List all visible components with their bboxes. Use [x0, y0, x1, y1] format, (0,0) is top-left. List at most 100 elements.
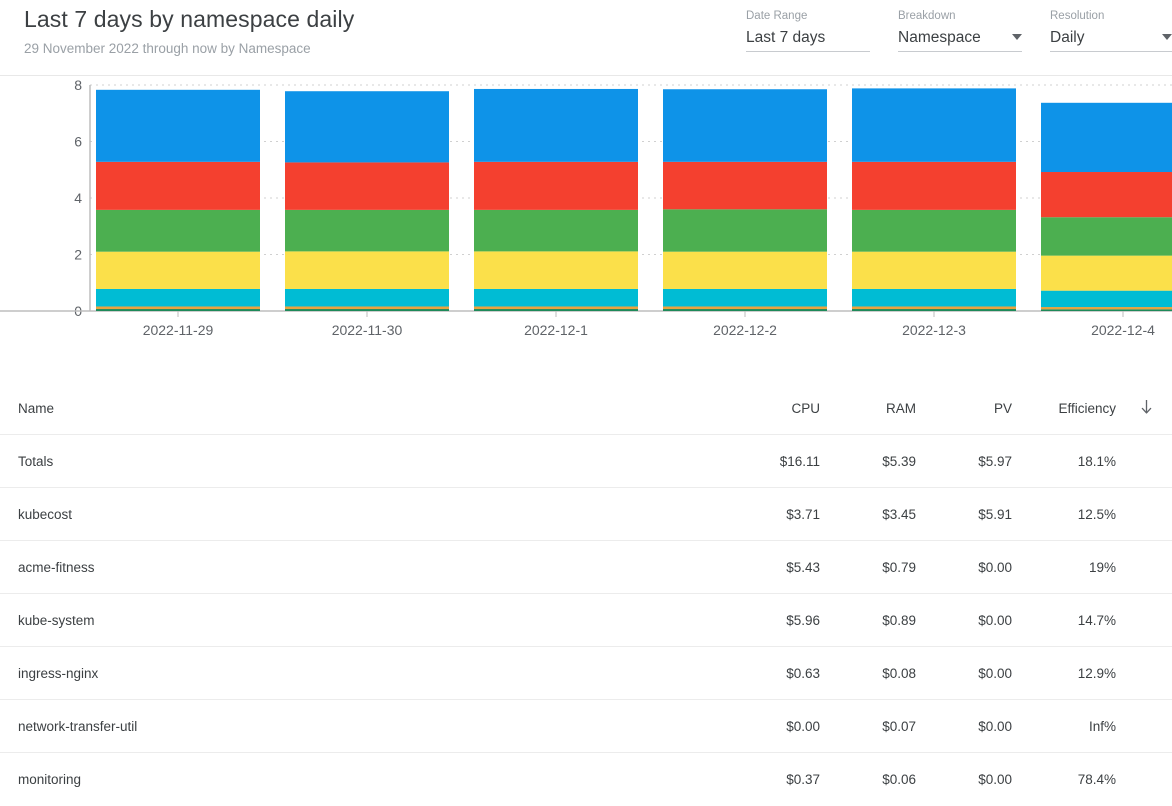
bar-segment[interactable] [285, 309, 449, 311]
bar-segment[interactable] [474, 209, 638, 252]
bar-segment[interactable] [474, 251, 638, 289]
table-row[interactable]: ingress-nginx $0.63 $0.08 $0.00 12.9% [0, 646, 1172, 699]
cost-table: Name CPU RAM PV Efficiency Totals $16.11 $… [0, 382, 1172, 805]
bar-segment[interactable] [1041, 172, 1172, 218]
y-axis-tick-label: 8 [74, 77, 82, 93]
bar-segment[interactable] [1041, 290, 1172, 308]
header-controls: Date Range Last 7 days Breakdown Namespa… [718, 8, 1172, 54]
bar-segment[interactable] [852, 306, 1016, 310]
bar-segment[interactable] [474, 306, 638, 310]
cell-ram: $0.08 [882, 665, 916, 681]
resolution-field[interactable]: Daily [1050, 24, 1172, 52]
cell-name: acme-fitness [18, 559, 95, 575]
table-row[interactable]: kube-system $5.96 $0.89 $0.00 14.7% [0, 593, 1172, 646]
date-range-control[interactable]: Date Range Last 7 days [746, 8, 870, 54]
bar-segment[interactable] [285, 306, 449, 310]
date-range-field[interactable]: Last 7 days [746, 24, 870, 52]
column-header-cpu[interactable]: CPU [724, 401, 820, 416]
cell-pv: $0.00 [978, 665, 1012, 681]
cell-ram: $0.89 [882, 612, 916, 628]
cell-pv: $5.97 [978, 453, 1012, 469]
cell-efficiency: 19% [1088, 559, 1116, 575]
cell-name: kubecost [18, 506, 73, 522]
table-row[interactable]: acme-fitness $5.43 $0.79 $0.00 19% [0, 540, 1172, 593]
bar-segment[interactable] [96, 251, 260, 289]
bar-segment[interactable] [663, 306, 827, 310]
cell-ram: $0.79 [882, 559, 916, 575]
column-header-ram[interactable]: RAM [820, 401, 916, 416]
cell-efficiency: 12.9% [1077, 665, 1116, 681]
bar-segment[interactable] [1041, 309, 1172, 311]
cell-name: ingress-nginx [18, 665, 99, 681]
bar-segment[interactable] [852, 251, 1016, 289]
bar-segment[interactable] [1041, 217, 1172, 256]
bar-segment[interactable] [663, 251, 827, 289]
bar-segment[interactable] [663, 161, 827, 210]
cell-name: Totals [18, 453, 54, 469]
bar-segment[interactable] [285, 91, 449, 163]
bar-segment[interactable] [852, 309, 1016, 311]
bar-segment[interactable] [285, 162, 449, 210]
bar-segment[interactable] [663, 209, 827, 252]
breakdown-field[interactable]: Namespace [898, 24, 1022, 52]
bar-segment[interactable] [285, 251, 449, 289]
bar-segment[interactable] [663, 89, 827, 162]
table-row[interactable]: Totals $16.11 $5.39 $5.97 18.1% [0, 434, 1172, 487]
page-header: Last 7 days by namespace daily 29 Novemb… [0, 0, 1172, 76]
column-header-efficiency[interactable]: Efficiency [1012, 401, 1120, 416]
cell-efficiency: 12.5% [1077, 506, 1116, 522]
x-axis-tick-label: 2022-12-3 [902, 322, 966, 338]
table-row[interactable]: network-transfer-util $0.00 $0.07 $0.00 Inf% [0, 699, 1172, 752]
cell-pv: $0.00 [978, 559, 1012, 575]
bar-segment[interactable] [285, 288, 449, 307]
bar-segment[interactable] [852, 209, 1016, 252]
x-axis-tick-label: 2022-12-4 [1091, 322, 1155, 338]
bar-segment[interactable] [852, 161, 1016, 210]
y-axis-tick-label: 2 [74, 247, 82, 263]
sort-direction-button[interactable] [1120, 399, 1156, 417]
cell-efficiency: 14.7% [1077, 612, 1116, 628]
bar-segment[interactable] [852, 88, 1016, 162]
cell-cpu: $0.00 [786, 718, 820, 734]
column-header-pv[interactable]: PV [916, 401, 1012, 416]
bar-segment[interactable] [474, 161, 638, 210]
table-row[interactable]: kubecost $3.71 $3.45 $5.91 12.5% [0, 487, 1172, 540]
cell-efficiency: 18.1% [1077, 453, 1116, 469]
bar-segment[interactable] [1041, 255, 1172, 291]
y-axis-tick-label: 6 [74, 134, 82, 150]
bar-segment[interactable] [852, 288, 1016, 307]
cell-cpu: $0.37 [786, 771, 820, 787]
breakdown-control[interactable]: Breakdown Namespace [898, 8, 1022, 54]
table-row[interactable]: monitoring $0.37 $0.06 $0.00 78.4% [0, 752, 1172, 805]
cell-name: network-transfer-util [18, 718, 138, 734]
cell-pv: $5.91 [978, 506, 1012, 522]
bar-segment[interactable] [1041, 307, 1172, 310]
bar-segment[interactable] [96, 306, 260, 310]
cell-cpu: $3.71 [786, 506, 820, 522]
bar-segment[interactable] [1041, 102, 1172, 173]
bar-segment[interactable] [285, 209, 449, 252]
resolution-control[interactable]: Resolution Daily [1050, 8, 1172, 54]
bar-segment[interactable] [96, 309, 260, 311]
chevron-down-icon[interactable] [1012, 34, 1022, 40]
bar-segment[interactable] [474, 309, 638, 311]
page-title: Last 7 days by namespace daily [24, 6, 355, 32]
cell-pv: $0.00 [978, 771, 1012, 787]
cell-pv: $0.00 [978, 718, 1012, 734]
x-axis-tick-label: 2022-12-1 [524, 322, 588, 338]
bar-segment[interactable] [474, 88, 638, 162]
bar-segment[interactable] [474, 288, 638, 307]
column-header-name[interactable]: Name [18, 401, 724, 416]
table-header-row: Name CPU RAM PV Efficiency [0, 382, 1172, 434]
bar-segment[interactable] [663, 288, 827, 307]
title-block: Last 7 days by namespace daily 29 Novemb… [24, 4, 354, 59]
bar-segment[interactable] [96, 209, 260, 252]
bar-segment[interactable] [96, 161, 260, 210]
bar-segment[interactable] [96, 89, 260, 162]
table-body: Totals $16.11 $5.39 $5.97 18.1% kubecost $3.71… [0, 434, 1172, 805]
resolution-value: Daily [1050, 28, 1085, 46]
chevron-down-icon[interactable] [1162, 34, 1172, 40]
bar-segment[interactable] [96, 288, 260, 307]
date-range-label: Date Range [746, 10, 808, 22]
bar-segment[interactable] [663, 309, 827, 311]
